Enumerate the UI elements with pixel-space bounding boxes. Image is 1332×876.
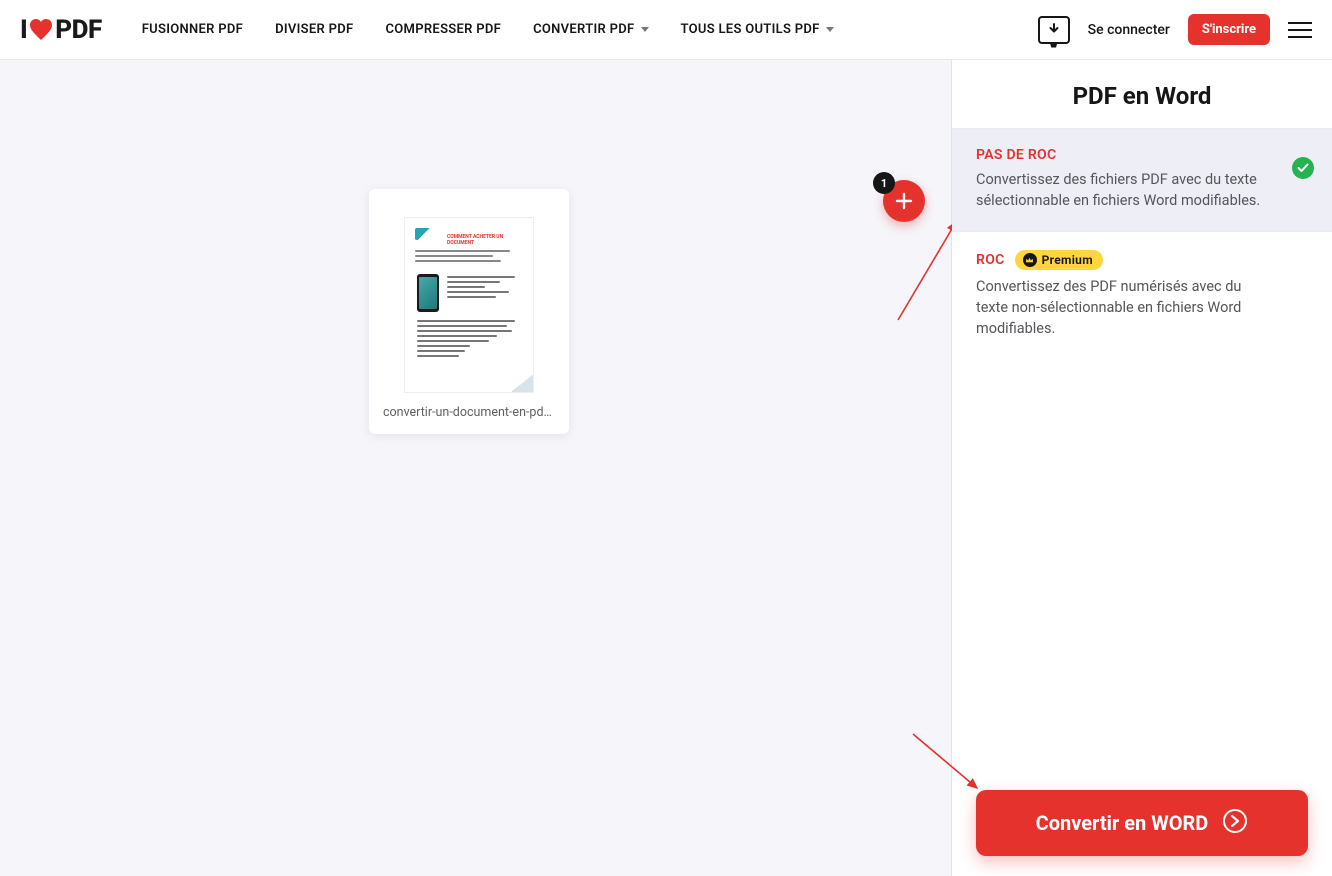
option-no-ocr-desc: Convertissez des fichiers PDF avec du te… xyxy=(976,169,1272,211)
premium-badge: Premium xyxy=(1015,250,1103,270)
nav-convert[interactable]: CONVERTIR PDF xyxy=(533,22,648,37)
convert-button[interactable]: Convertir en WORD xyxy=(976,790,1308,856)
file-name: convertir-un-document-en-pdf ... xyxy=(383,405,555,420)
login-link[interactable]: Se connecter xyxy=(1088,22,1170,38)
nav-split-label: DIVISER PDF xyxy=(275,22,353,37)
header-right: Se connecter S'inscrire xyxy=(1038,14,1312,45)
file-card[interactable]: COMMENT ACHETER UN DOCUMENT convertir-un… xyxy=(369,189,569,434)
nav-compress-label: COMPRESSER PDF xyxy=(386,22,502,37)
option-ocr[interactable]: ROC Premium Convertissez des PDF numéris… xyxy=(952,231,1332,359)
main-nav: FUSIONNER PDF DIVISER PDF COMPRESSER PDF… xyxy=(142,22,1038,37)
file-thumbnail: COMMENT ACHETER UN DOCUMENT xyxy=(404,217,534,393)
nav-merge[interactable]: FUSIONNER PDF xyxy=(142,22,243,37)
workspace: COMMENT ACHETER UN DOCUMENT convertir-un… xyxy=(0,60,952,876)
logo-suffix: PDF xyxy=(55,15,101,45)
main-area: COMMENT ACHETER UN DOCUMENT convertir-un… xyxy=(0,60,1332,876)
arrow-right-circle-icon xyxy=(1222,808,1248,839)
option-ocr-desc: Convertissez des PDF numérisés avec du t… xyxy=(976,276,1272,339)
menu-icon[interactable] xyxy=(1288,22,1312,38)
nav-all-tools[interactable]: TOUS LES OUTILS PDF xyxy=(681,22,834,37)
convert-button-label: Convertir en WORD xyxy=(1036,811,1209,835)
download-desktop-icon[interactable] xyxy=(1038,16,1070,44)
check-icon xyxy=(1292,157,1314,179)
logo[interactable]: I PDF xyxy=(20,15,102,45)
chevron-down-icon xyxy=(826,27,834,32)
add-file-button[interactable]: 1 xyxy=(883,180,925,222)
file-count-badge: 1 xyxy=(873,172,895,194)
signup-button[interactable]: S'inscrire xyxy=(1188,14,1270,45)
heart-icon xyxy=(29,19,53,41)
nav-convert-label: CONVERTIR PDF xyxy=(533,22,634,37)
plus-icon xyxy=(895,192,913,210)
nav-merge-label: FUSIONNER PDF xyxy=(142,22,243,37)
logo-prefix: I xyxy=(20,15,27,45)
premium-label: Premium xyxy=(1042,253,1093,267)
sidebar-title: PDF en Word xyxy=(952,60,1332,128)
option-ocr-label: ROC Premium xyxy=(976,250,1272,270)
nav-split[interactable]: DIVISER PDF xyxy=(275,22,353,37)
option-no-ocr[interactable]: PAS DE ROC Convertissez des fichiers PDF… xyxy=(952,128,1332,231)
option-ocr-label-text: ROC xyxy=(976,252,1005,268)
options-sidebar: PDF en Word PAS DE ROC Convertissez des … xyxy=(952,60,1332,876)
crown-icon xyxy=(1023,253,1037,267)
chevron-down-icon xyxy=(641,27,649,32)
top-header: I PDF FUSIONNER PDF DIVISER PDF COMPRESS… xyxy=(0,0,1332,60)
nav-compress[interactable]: COMPRESSER PDF xyxy=(386,22,502,37)
nav-all-tools-label: TOUS LES OUTILS PDF xyxy=(681,22,820,37)
option-no-ocr-label: PAS DE ROC xyxy=(976,147,1272,163)
